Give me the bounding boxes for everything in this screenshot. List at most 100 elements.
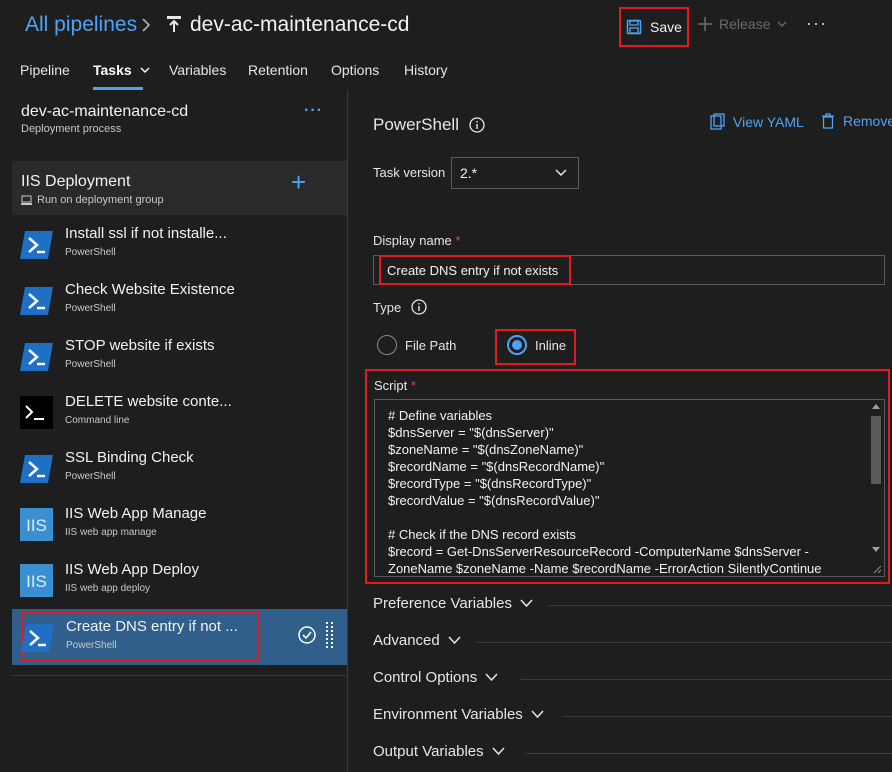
task-item-selected[interactable]: Create DNS entry if not ... PowerShell [12,609,347,665]
deployment-phase[interactable]: IIS Deployment Run on deployment group + [12,161,347,215]
top-bar: All pipelines dev-ac-maintenance-cd Save… [0,0,892,52]
task-type: PowerShell [65,471,116,482]
radio-inline[interactable]: Inline [507,335,566,355]
chevron-down-icon [777,21,787,27]
task-item[interactable]: SSL Binding Check PowerShell [12,441,347,497]
type-label: Type [373,299,427,315]
release-label: Release [719,16,771,32]
chevron-right-icon [142,18,151,32]
tab-pipeline[interactable]: Pipeline [20,62,70,78]
plus-icon [698,17,712,31]
task-item[interactable]: IIS IIS Web App Deploy IIS web app deplo… [12,553,347,609]
chevron-down-icon [448,636,461,645]
section-control-options[interactable]: Control Options [373,667,892,691]
save-label: Save [650,19,682,35]
script-line: $recordName = "$(dnsRecordName)" [388,459,605,474]
task-type: PowerShell [66,640,117,651]
iis-icon: IIS [20,508,53,541]
view-yaml-button[interactable]: View YAML [710,113,804,130]
view-yaml-label: View YAML [733,113,804,130]
tab-variables[interactable]: Variables [169,62,226,78]
task-editor-title: PowerShell [373,115,459,134]
script-line: $dnsServer = "$(dnsServer)" [388,425,554,440]
script-line: # Define variables [388,408,493,423]
section-label-text: Control Options [373,669,478,686]
required-marker: * [410,378,416,393]
task-item[interactable]: DELETE website conte... Command line [12,385,347,441]
save-icon [626,19,642,35]
section-label: Advanced [373,632,461,649]
script-line: $zoneName = "$(dnsZoneName)" [388,442,584,457]
process-more-icon[interactable]: ··· [304,102,323,120]
scroll-up-arrow[interactable] [872,404,880,409]
scroll-thumb[interactable] [871,416,881,484]
script-line: $record = Get-DnsServerResourceRecord -C… [388,544,809,559]
release-pipeline-icon [167,16,181,32]
task-version-select[interactable]: 2.* [451,157,579,189]
task-type: PowerShell [65,303,116,314]
info-icon[interactable] [411,299,427,315]
script-scrollbar[interactable] [868,400,884,576]
section-divider [521,679,892,680]
tasks-panel: dev-ac-maintenance-cd Deployment process… [0,90,348,772]
section-label-text: Preference Variables [373,595,512,612]
section-environment-variables[interactable]: Environment Variables [373,704,892,728]
section-label-text: Environment Variables [373,706,523,723]
script-textarea[interactable]: # Define variables $dnsServer = "$(dnsSe… [374,399,885,577]
resize-grip-icon[interactable] [872,564,882,574]
process-subtitle: Deployment process [21,123,122,135]
script-label: Script * [374,378,416,393]
radio-file-path[interactable]: File Path [377,335,456,355]
release-button[interactable]: Release [697,16,788,32]
trash-icon [822,113,834,129]
scroll-down-arrow[interactable] [872,547,880,552]
breadcrumb-all-pipelines[interactable]: All pipelines [25,13,137,37]
remove-task-button[interactable]: Remove [821,113,892,129]
display-name-label-text: Display name [373,233,452,248]
display-name-input[interactable]: Create DNS entry if not exists [373,255,885,285]
save-button[interactable]: Save [619,7,689,47]
display-name-value: Create DNS entry if not exists [379,255,571,285]
task-item[interactable]: IIS IIS Web App Manage IIS web app manag… [12,497,347,553]
pipeline-title: dev-ac-maintenance-cd [190,13,410,36]
task-type: IIS web app deploy [65,583,151,594]
tab-tasks[interactable]: Tasks [93,62,151,78]
task-item[interactable]: Check Website Existence PowerShell [12,273,347,329]
powershell-icon [20,228,53,261]
tab-retention[interactable]: Retention [248,62,308,78]
section-advanced[interactable]: Advanced [373,630,892,654]
section-divider [525,753,892,754]
tab-history[interactable]: History [404,62,448,78]
task-item[interactable]: Install ssl if not installe... PowerShel… [12,217,347,273]
section-divider [563,716,892,717]
radio-circle-selected [507,335,527,355]
task-type: IIS web app manage [65,527,157,538]
script-label-text: Script [374,378,408,393]
section-label: Output Variables [373,743,505,760]
script-section: Script * # Define variables $dnsServer =… [365,369,890,584]
drag-handle-icon[interactable] [325,621,335,651]
section-preference-variables[interactable]: Preference Variables [373,593,892,617]
type-label-text: Type [373,299,402,315]
remove-label: Remove [843,113,892,129]
task-type: Command line [65,415,130,426]
tab-options[interactable]: Options [331,62,379,78]
iis-icon: IIS [20,564,53,597]
chevron-down-icon [520,599,533,608]
section-output-variables[interactable]: Output Variables [373,741,892,765]
info-icon[interactable] [469,117,485,133]
task-editor-panel: PowerShell View YAML Remove Task version… [349,90,892,772]
section-divider [548,605,892,606]
section-divider [476,642,892,643]
chevron-down-icon [492,747,505,756]
task-version-value: 2.* [460,165,478,181]
task-name: Create DNS entry if not ... [66,618,238,635]
task-version-label: Task version [373,165,446,180]
command-line-icon [20,396,53,429]
task-type: PowerShell [65,359,116,370]
add-task-icon[interactable]: + [291,167,306,198]
task-item[interactable]: STOP website if exists PowerShell [12,329,347,385]
more-actions-icon[interactable]: ··· [806,13,827,34]
tab-tasks-label: Tasks [93,62,132,78]
task-name: Check Website Existence [65,281,235,298]
